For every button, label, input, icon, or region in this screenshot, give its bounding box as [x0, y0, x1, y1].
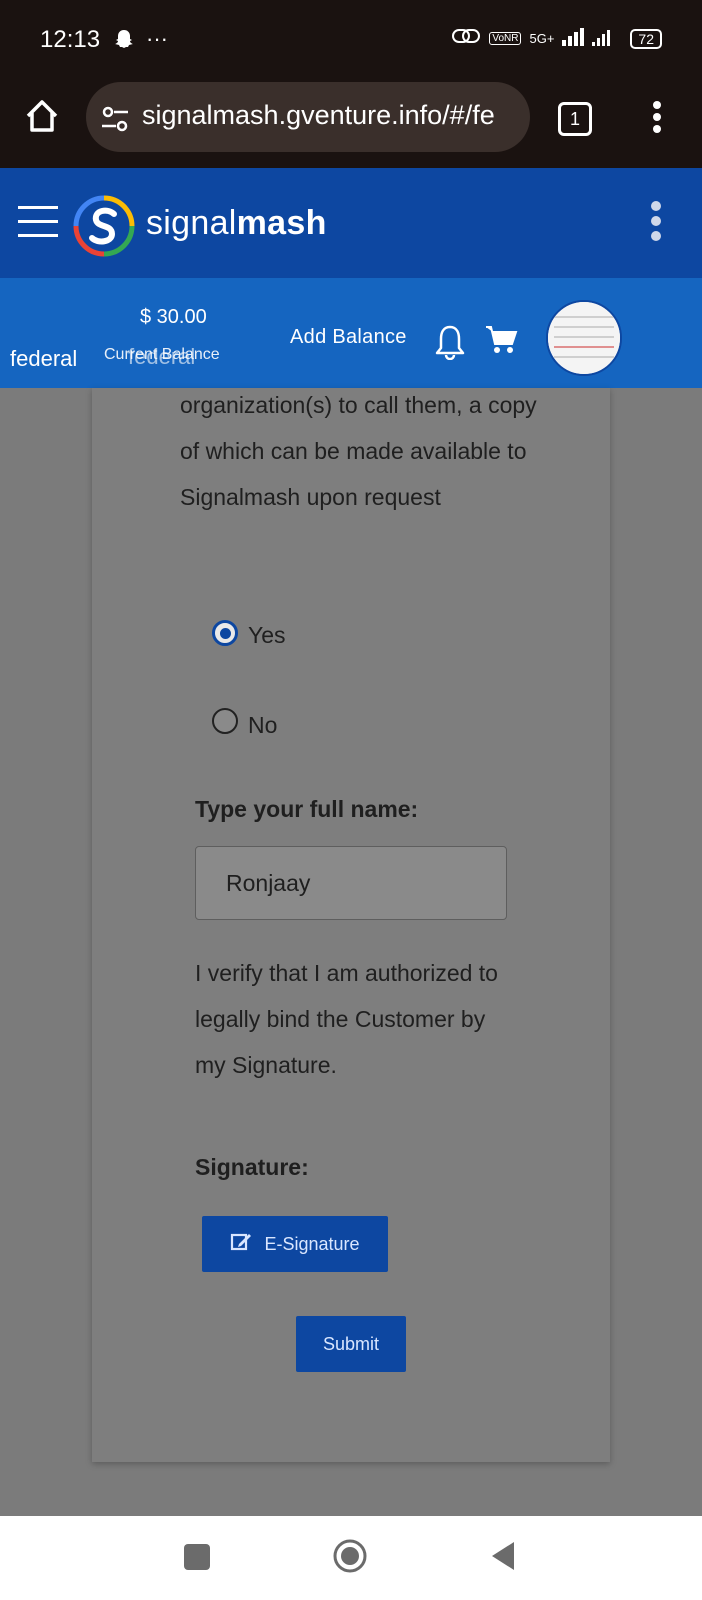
brand-name-bold: mash — [236, 204, 327, 242]
avatar[interactable] — [546, 300, 622, 376]
radio-no[interactable] — [212, 708, 238, 734]
cart-icon[interactable] — [484, 324, 518, 354]
edit-icon — [230, 1231, 252, 1258]
status-time: 12:13 — [40, 26, 101, 53]
home-icon[interactable] — [22, 96, 62, 136]
radio-yes-label[interactable]: Yes — [248, 622, 286, 649]
signature-label: Signature: — [195, 1154, 309, 1180]
snapchat-icon — [112, 28, 136, 57]
hamburger-menu-icon[interactable] — [18, 204, 58, 238]
e-signature-button[interactable]: E-Signature — [202, 1216, 388, 1272]
e-signature-label: E-Signature — [264, 1233, 360, 1254]
status-icons: VoNR 5G+ 72 — [451, 26, 662, 51]
battery-indicator: 72 — [630, 28, 662, 49]
balance-amount: $ 30.00 — [140, 306, 207, 328]
network-type: 5G+ — [529, 31, 555, 46]
full-name-input[interactable]: Ronjaay — [195, 846, 507, 920]
verify-statement: I verify that I am authorized to legally… — [195, 960, 498, 1078]
nav-home-icon[interactable] — [332, 1538, 368, 1574]
link-icon — [451, 26, 481, 51]
full-name-label: Type your full name: — [195, 796, 419, 822]
brand-name-light: signal — [146, 204, 237, 242]
tab-switcher-button[interactable]: 1 — [558, 102, 592, 136]
add-balance-link[interactable]: Add Balance — [290, 326, 407, 349]
browser-menu-icon[interactable] — [652, 100, 662, 134]
signalmash-logo-icon[interactable] — [72, 194, 136, 258]
consent-paragraph: organization(s) to call them, a copy of … — [180, 392, 537, 510]
status-more-dots: ··· — [146, 26, 168, 51]
federal-overlay-label: federal — [128, 344, 196, 369]
signal-icon — [562, 26, 622, 51]
recents-icon[interactable] — [184, 1544, 210, 1570]
submit-button[interactable]: Submit — [296, 1316, 406, 1372]
back-icon[interactable] — [490, 1540, 516, 1572]
url-text[interactable]: signalmash.gventure.info/#/fe — [142, 100, 518, 131]
site-settings-icon[interactable] — [100, 104, 130, 134]
federal-label[interactable]: federal — [10, 346, 77, 372]
radio-yes[interactable] — [212, 620, 238, 646]
app-menu-icon[interactable] — [650, 200, 662, 242]
brand-name: signalmash — [146, 204, 327, 243]
form-card — [92, 388, 610, 1462]
radio-no-label[interactable]: No — [248, 712, 277, 739]
bell-icon[interactable] — [434, 324, 466, 361]
volte-icon: VoNR — [489, 32, 522, 45]
